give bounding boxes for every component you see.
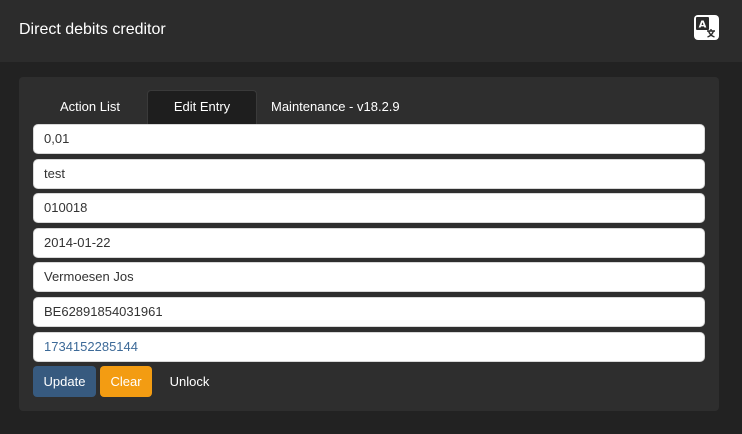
app-header: Direct debits creditor A (0, 0, 742, 62)
edit-panel: Action List Edit Entry Maintenance - v18… (19, 77, 719, 411)
update-button[interactable]: Update (33, 366, 96, 397)
tab-edit-entry[interactable]: Edit Entry (147, 90, 257, 124)
action-bar: Update Clear Unlock (33, 366, 227, 397)
reference-field[interactable]: 1734152285144 (33, 331, 705, 362)
code-field[interactable]: 010018 (33, 193, 705, 224)
description-field[interactable]: test (33, 158, 705, 189)
tab-bar: Action List Edit Entry Maintenance - v18… (33, 90, 414, 124)
tab-action-list[interactable]: Action List (33, 90, 147, 124)
unlock-button[interactable]: Unlock (152, 366, 227, 397)
svg-text:A: A (699, 20, 707, 31)
clear-button[interactable]: Clear (100, 366, 152, 397)
amount-field[interactable]: 0,01 (33, 124, 705, 154)
name-field[interactable]: Vermoesen Jos (33, 262, 705, 293)
date-field[interactable]: 2014-01-22 (33, 227, 705, 258)
iban-field[interactable]: BE62891854031961 (33, 296, 705, 327)
translate-icon[interactable]: A (693, 14, 720, 41)
app-title: Direct debits creditor (19, 21, 166, 38)
entry-form: 0,01 test 010018 2014-01-22 Vermoesen Jo… (33, 124, 705, 366)
tab-maintenance[interactable]: Maintenance - v18.2.9 (257, 90, 414, 124)
